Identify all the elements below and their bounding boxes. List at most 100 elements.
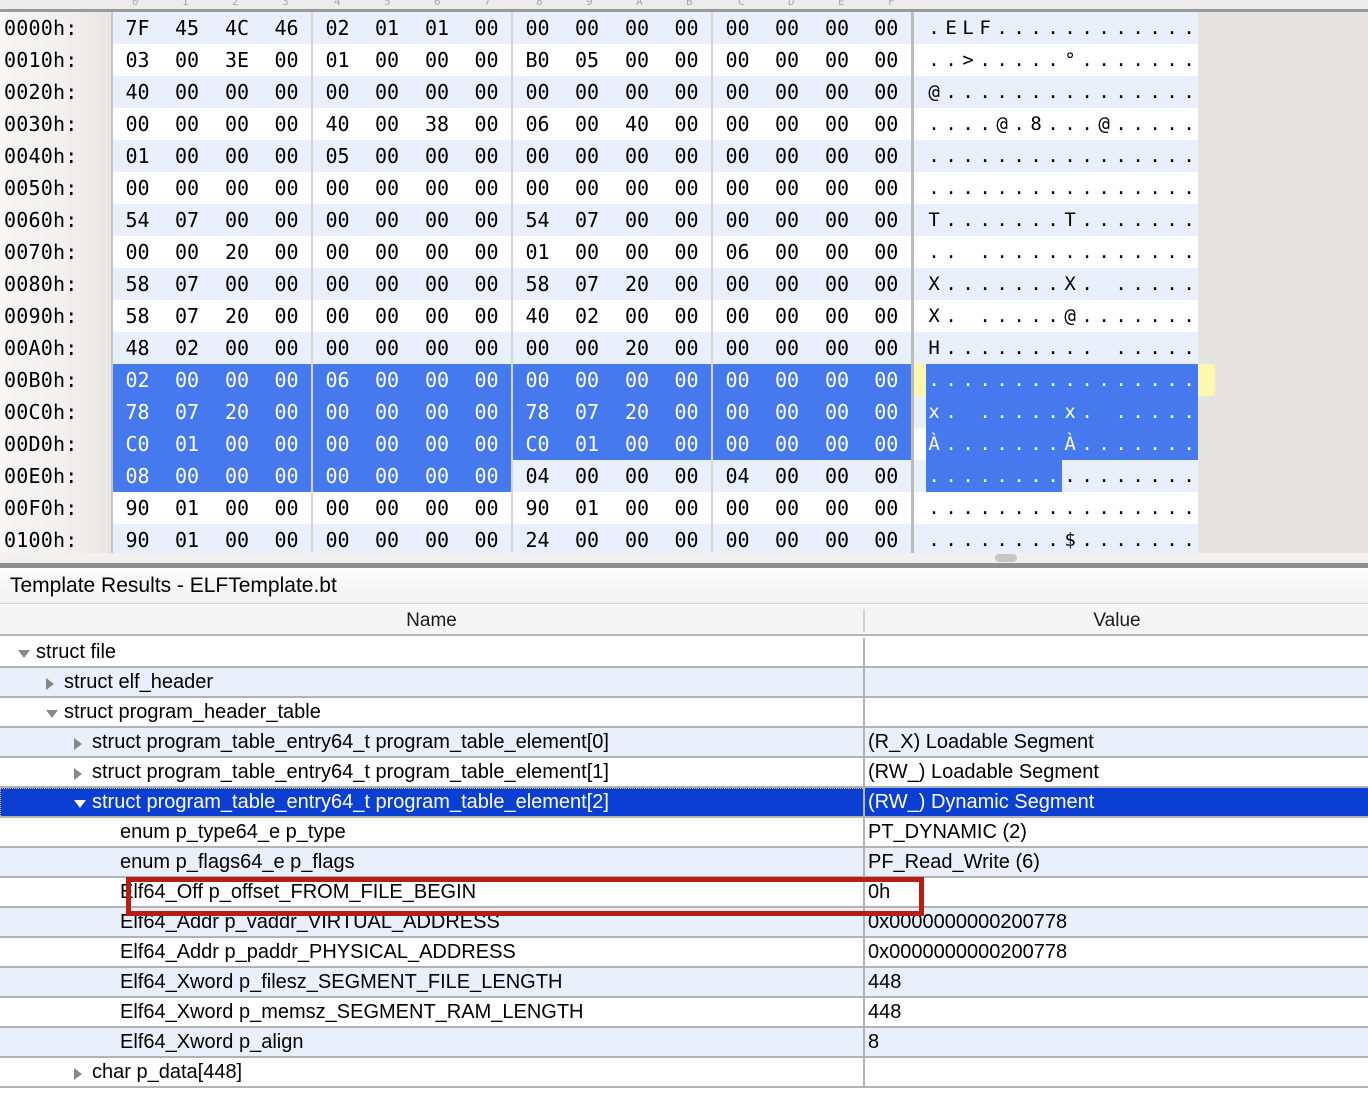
hex-byte-cell[interactable]: 00 (862, 204, 912, 236)
hex-byte-cell[interactable]: 00 (662, 12, 712, 44)
hex-byte-cell[interactable]: 04 (511, 460, 562, 492)
hex-byte-cell[interactable]: C0 (111, 428, 162, 460)
hex-byte-cell[interactable]: 00 (762, 428, 812, 460)
hex-ascii-cell[interactable]: . (1146, 44, 1164, 76)
hex-byte-cell[interactable]: 00 (662, 492, 712, 524)
hex-ascii-cell[interactable]: . (1163, 300, 1181, 332)
hex-ascii-cell[interactable]: . (1180, 492, 1198, 524)
hex-byte-cell[interactable]: 00 (662, 332, 712, 364)
hex-ascii-cell[interactable]: . (1146, 332, 1164, 364)
hex-ascii-cell[interactable]: . (1078, 204, 1096, 236)
hex-ascii-cell[interactable]: À (1061, 428, 1079, 460)
hex-byte-cell[interactable]: 00 (462, 76, 512, 108)
hex-byte-cell[interactable]: 08 (111, 460, 162, 492)
hex-ascii-cell[interactable]: . (1163, 44, 1181, 76)
hex-byte-cell[interactable]: 00 (212, 428, 262, 460)
hex-ascii-cell[interactable]: . (1010, 236, 1028, 268)
hex-ascii-cell[interactable]: . (1129, 140, 1147, 172)
hex-byte-cell[interactable]: 02 (111, 364, 162, 396)
hex-ascii-cell[interactable]: . (1180, 332, 1198, 364)
hex-ascii-cell[interactable]: . (1112, 44, 1130, 76)
hex-byte-cell[interactable]: 58 (111, 268, 162, 300)
hex-ascii-cell[interactable]: . (1112, 492, 1130, 524)
hex-byte-cell[interactable]: 00 (711, 300, 762, 332)
hex-byte-cell[interactable]: 06 (311, 364, 362, 396)
hex-byte-cell[interactable]: 00 (212, 204, 262, 236)
hex-ascii-cell[interactable]: . (1061, 236, 1079, 268)
hex-ascii-cell[interactable]: . (1129, 268, 1147, 300)
hex-ascii-cell[interactable]: . (1078, 524, 1096, 556)
hex-ascii-cell[interactable]: . (1078, 108, 1096, 140)
hex-byte-cell[interactable]: 00 (612, 12, 662, 44)
hex-byte-cell[interactable]: 05 (311, 140, 362, 172)
hex-byte-cell[interactable]: 07 (162, 396, 212, 428)
hex-byte-cell[interactable]: 00 (412, 76, 462, 108)
hex-ascii-cell[interactable]: . (1010, 332, 1028, 364)
hex-ascii-cell[interactable]: . (1180, 44, 1198, 76)
hex-ascii-cell[interactable]: . (1146, 76, 1164, 108)
hex-ascii-cell[interactable]: . (993, 332, 1011, 364)
chevron-right-icon[interactable] (74, 768, 82, 780)
hex-byte-cell[interactable]: 00 (412, 204, 462, 236)
hex-ascii-cell[interactable]: . (942, 236, 960, 268)
hex-ascii-cell[interactable]: . (993, 364, 1011, 396)
scrollbar-thumb[interactable] (995, 554, 1017, 562)
hex-ascii-cell[interactable]: . (1146, 396, 1164, 428)
hex-byte-cell[interactable]: 00 (812, 44, 862, 76)
hex-ascii-cell[interactable]: . (976, 300, 994, 332)
hex-ascii-cell[interactable]: . (976, 140, 994, 172)
hex-ascii-cell[interactable]: . (1180, 300, 1198, 332)
hex-byte-cell[interactable]: 00 (662, 108, 712, 140)
hex-ascii-cell[interactable]: . (1078, 492, 1096, 524)
hex-ascii-cell[interactable]: X (1061, 268, 1079, 300)
hex-byte-cell[interactable]: 00 (762, 204, 812, 236)
hex-byte-cell[interactable]: 00 (762, 332, 812, 364)
hex-byte-cell[interactable]: 48 (111, 332, 162, 364)
hex-ascii-cell[interactable]: . (1044, 364, 1062, 396)
hex-ascii-cell[interactable]: . (1010, 172, 1028, 204)
hex-ascii-cell[interactable] (959, 236, 977, 268)
hex-ascii-cell[interactable]: . (925, 524, 943, 556)
hex-ascii-cell[interactable]: . (1044, 12, 1062, 44)
hex-ascii-cell[interactable]: . (976, 172, 994, 204)
hex-ascii-cell[interactable]: . (1027, 428, 1045, 460)
hex-ascii-cell[interactable]: À (925, 428, 943, 460)
hex-ascii-cell[interactable]: . (1044, 204, 1062, 236)
hex-ascii-cell[interactable]: . (993, 76, 1011, 108)
hex-ascii-cell[interactable]: . (976, 492, 994, 524)
hex-byte-cell[interactable]: 00 (162, 236, 212, 268)
hex-byte-cell[interactable]: 00 (462, 268, 512, 300)
hex-ascii-cell[interactable]: . (1112, 524, 1130, 556)
hex-byte-cell[interactable]: 00 (162, 44, 212, 76)
hex-byte-cell[interactable]: 00 (812, 76, 862, 108)
hex-byte-cell[interactable]: 00 (362, 524, 412, 556)
hex-byte-cell[interactable]: 00 (462, 204, 512, 236)
hex-byte-cell[interactable]: B0 (511, 44, 562, 76)
hex-byte-cell[interactable]: 00 (562, 172, 612, 204)
hex-byte-cell[interactable]: 00 (262, 76, 312, 108)
template-row[interactable]: struct program_table_entry64_t program_t… (0, 728, 1368, 758)
hex-byte-cell[interactable]: 00 (462, 524, 512, 556)
hex-byte-cell[interactable]: 00 (562, 364, 612, 396)
hex-byte-cell[interactable]: 00 (662, 236, 712, 268)
hex-ascii-cell[interactable]: . (1163, 236, 1181, 268)
hex-byte-cell[interactable]: 00 (462, 460, 512, 492)
hex-ascii-cell[interactable]: . (1112, 428, 1130, 460)
chevron-right-icon[interactable] (74, 738, 82, 750)
hex-ascii-cell[interactable]: . (942, 396, 960, 428)
hex-byte-cell[interactable]: 54 (511, 204, 562, 236)
hex-byte-cell[interactable]: 01 (562, 428, 612, 460)
hex-ascii-cell[interactable]: . (959, 460, 977, 492)
hex-byte-cell[interactable]: 20 (612, 332, 662, 364)
hex-byte-cell[interactable]: 00 (262, 428, 312, 460)
hex-ascii-cell[interactable]: . (1146, 300, 1164, 332)
hex-ascii-cell[interactable]: . (976, 332, 994, 364)
hex-ascii-cell[interactable]: . (1044, 108, 1062, 140)
hex-ascii-cell[interactable]: . (959, 172, 977, 204)
template-row[interactable]: Elf64_Off p_offset_FROM_FILE_BEGIN 0h (0, 878, 1368, 908)
hex-byte-cell[interactable]: 00 (412, 396, 462, 428)
hex-ascii-cell[interactable]: . (1010, 268, 1028, 300)
hex-byte-cell[interactable]: 00 (262, 108, 312, 140)
hex-ascii-cell[interactable] (1095, 268, 1113, 300)
hex-ascii-cell[interactable]: . (1146, 236, 1164, 268)
